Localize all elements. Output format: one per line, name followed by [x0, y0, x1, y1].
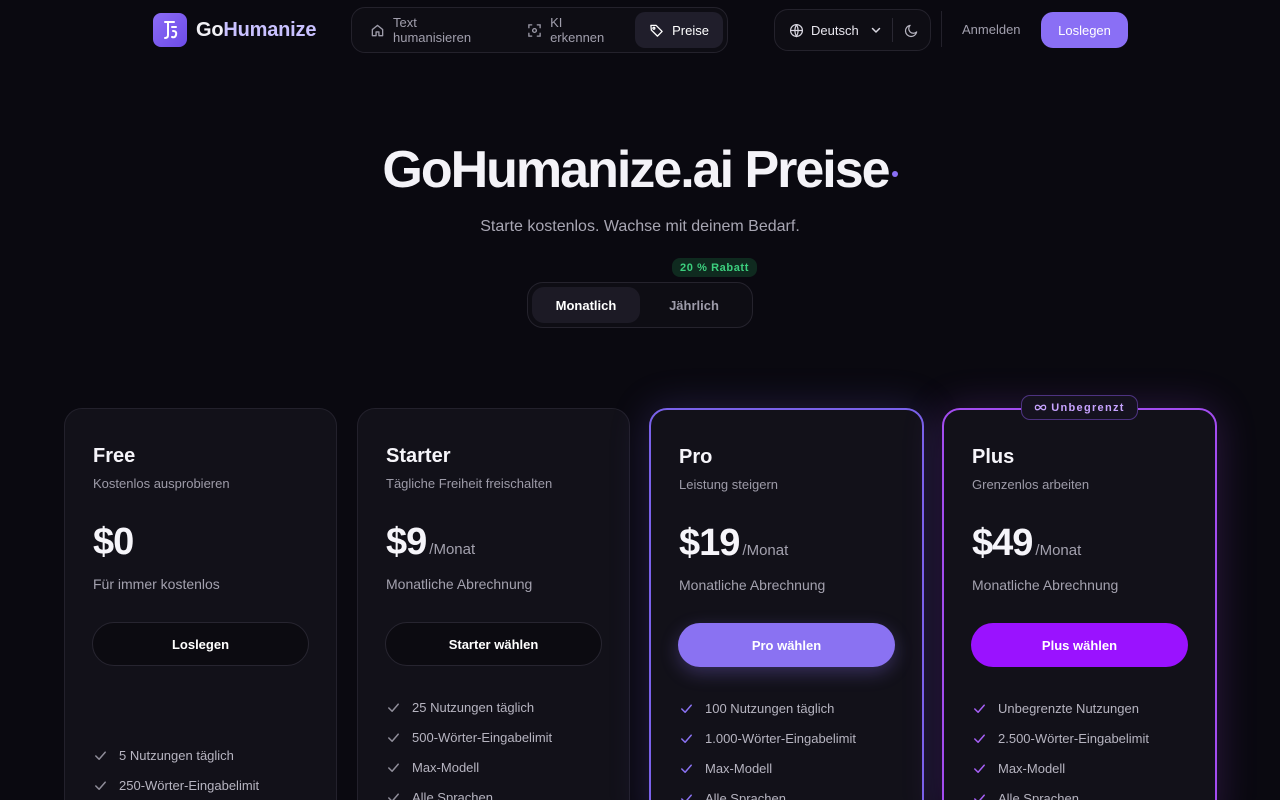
plan-card-plus: Plus Grenzenlos arbeiten $49 /Monat Mona… — [942, 408, 1217, 800]
price-period: /Monat — [742, 542, 789, 559]
check-icon — [388, 792, 399, 800]
plan-billing-note: Monatliche Abrechnung — [386, 576, 533, 592]
scan-icon — [528, 23, 541, 37]
check-icon — [974, 763, 985, 773]
list-item: 1.000-Wörter-Eingabelimit — [679, 723, 902, 753]
check-icon — [974, 733, 985, 743]
price-period: /Monat — [429, 541, 476, 558]
plan-plus-button[interactable]: Plus wählen — [971, 623, 1188, 667]
page-title: GoHumanize.ai Preise — [0, 140, 1280, 200]
nav-item-label: Preise — [672, 22, 709, 38]
theme-toggle-button[interactable] — [893, 10, 930, 50]
brand-name: GoHumanize — [196, 18, 317, 41]
feature-list: 25 Nutzungen täglich 500-Wörter-Eingabel… — [386, 692, 609, 800]
plan-name: Starter — [386, 445, 451, 467]
moon-icon — [904, 24, 918, 37]
feature-list: Unbegrenzte Nutzungen 2.500-Wörter-Einga… — [972, 693, 1195, 800]
brand-logo[interactable]: GoHumanize — [153, 13, 316, 47]
tag-icon — [650, 24, 663, 37]
price-value: $0 — [93, 521, 134, 563]
nav-item-label: Text humanisieren — [393, 15, 472, 45]
plan-price: $49 /Monat — [972, 522, 1081, 565]
language-label: Deutsch — [811, 22, 859, 38]
list-item: 2.500-Wörter-Eingabelimit — [972, 723, 1195, 753]
unlimited-badge: Unbegrenzt — [1021, 395, 1138, 420]
list-item: Max-Modell — [679, 753, 902, 783]
home-icon — [371, 24, 384, 36]
nav-item-humanize[interactable]: Text humanisieren — [356, 12, 511, 48]
infinity-icon — [1034, 404, 1047, 411]
check-icon — [388, 702, 399, 712]
price-value: $19 — [679, 522, 740, 564]
check-icon — [974, 703, 985, 713]
plan-name: Free — [93, 445, 136, 467]
globe-icon — [789, 23, 804, 38]
plan-description: Leistung steigern — [679, 477, 779, 492]
list-item: Alle Sprachen — [386, 782, 609, 800]
list-item: 5 Nutzungen täglich — [93, 740, 316, 770]
check-icon — [388, 762, 399, 772]
plan-name: Plus — [972, 446, 1015, 468]
list-item: Alle Sprachen — [679, 783, 902, 800]
title-dot — [891, 171, 898, 177]
plan-name: Pro — [679, 446, 713, 468]
discount-badge: 20 % Rabatt — [672, 258, 757, 277]
plan-starter-button[interactable]: Starter wählen — [385, 622, 602, 666]
check-icon — [681, 763, 692, 773]
price-period: /Monat — [1035, 542, 1082, 559]
plan-pro-button[interactable]: Pro wählen — [678, 623, 895, 667]
plan-billing-note: Monatliche Abrechnung — [679, 577, 826, 593]
billing-yearly-option[interactable]: Jährlich — [640, 287, 748, 323]
plan-price: $9 /Monat — [386, 521, 475, 564]
nav-item-pricing[interactable]: Preise — [635, 12, 723, 48]
logo-mark-icon — [153, 13, 187, 47]
plan-billing-note: Für immer kostenlos — [93, 576, 220, 592]
check-icon — [388, 732, 399, 742]
plan-price: $19 /Monat — [679, 522, 788, 565]
list-item: 100 Nutzungen täglich — [679, 693, 902, 723]
check-icon — [681, 793, 692, 800]
check-icon — [974, 793, 985, 800]
plan-free-button[interactable]: Loslegen — [92, 622, 309, 666]
plan-description: Kostenlos ausprobieren — [93, 476, 230, 491]
plan-description: Grenzenlos arbeiten — [972, 477, 1090, 492]
billing-toggle: Monatlich Jährlich — [527, 282, 753, 328]
list-item: 250-Wörter-Eingabelimit — [93, 770, 316, 800]
check-icon — [681, 733, 692, 743]
list-item: 500-Wörter-Eingabelimit — [386, 722, 609, 752]
plan-description: Tägliche Freiheit freischalten — [386, 476, 553, 491]
list-item: Alle Sprachen — [972, 783, 1195, 800]
divider — [941, 11, 942, 47]
plan-price: $0 — [93, 521, 134, 564]
nav-item-detect[interactable]: KI erkennen — [513, 12, 633, 48]
plan-card-pro: Pro Leistung steigern $19 /Monat Monatli… — [649, 408, 924, 800]
get-started-button[interactable]: Loslegen — [1041, 12, 1128, 48]
language-select[interactable]: Deutsch — [775, 10, 892, 50]
list-item: Unbegrenzte Nutzungen — [972, 693, 1195, 723]
plan-card-starter: Starter Tägliche Freiheit freischalten $… — [357, 408, 630, 800]
price-value: $9 — [386, 521, 427, 563]
list-item: 25 Nutzungen täglich — [386, 692, 609, 722]
signin-link[interactable]: Anmelden — [962, 22, 1021, 37]
main-nav: Text humanisieren KI erkennen Preise — [351, 7, 728, 53]
list-item: Max-Modell — [386, 752, 609, 782]
check-icon — [681, 703, 692, 713]
list-item: Max-Modell — [972, 753, 1195, 783]
plan-card-free: Free Kostenlos ausprobieren $0 Für immer… — [64, 408, 337, 800]
nav-item-label: KI erkennen — [550, 15, 605, 45]
feature-list: 5 Nutzungen täglich 250-Wörter-Eingabeli… — [93, 740, 316, 800]
plan-billing-note: Monatliche Abrechnung — [972, 577, 1119, 593]
page-subtitle: Starte kostenlos. Wachse mit deinem Beda… — [480, 218, 800, 235]
feature-list: 100 Nutzungen täglich 1.000-Wörter-Einga… — [679, 693, 902, 800]
header-controls: Deutsch — [774, 9, 931, 51]
check-icon — [95, 750, 106, 760]
chevron-down-icon — [871, 27, 880, 33]
check-icon — [95, 780, 106, 790]
billing-monthly-option[interactable]: Monatlich — [532, 287, 640, 323]
price-value: $49 — [972, 522, 1033, 564]
